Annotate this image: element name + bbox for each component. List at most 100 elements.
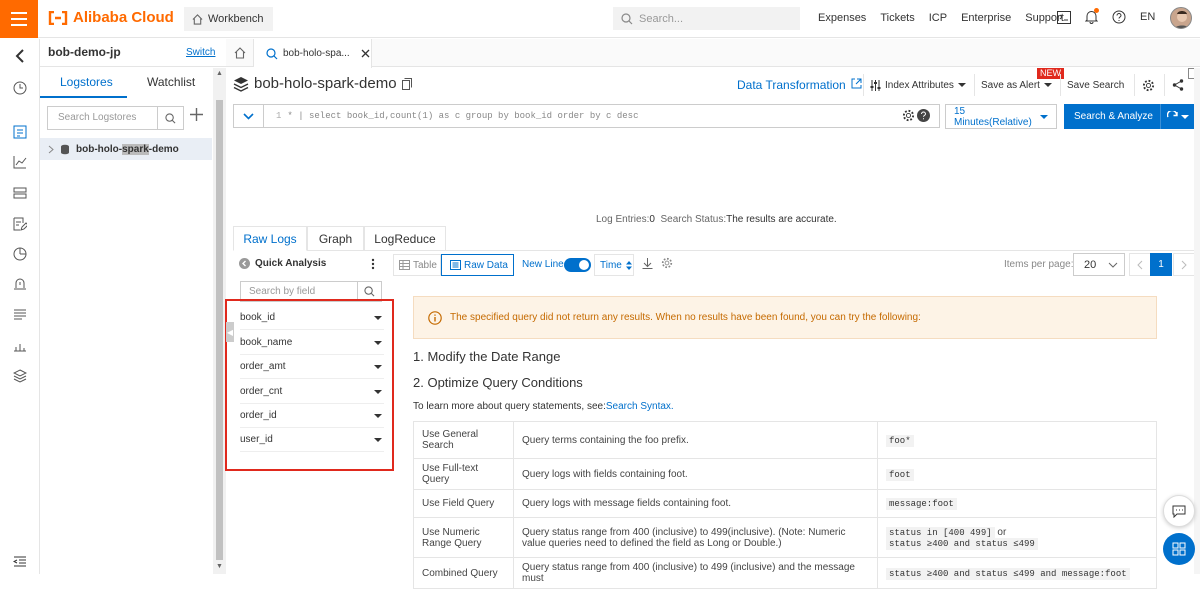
clock-icon bbox=[13, 81, 27, 95]
enterprise-link[interactable]: Enterprise bbox=[961, 12, 1011, 24]
icp-link[interactable]: ICP bbox=[929, 12, 947, 24]
rail-metrics[interactable] bbox=[12, 338, 28, 354]
search-analyze-label: Search & Analyze bbox=[1074, 111, 1153, 122]
tab-raw-logs[interactable]: Raw Logs bbox=[233, 226, 307, 251]
table-row: Use Field Query Query logs with message … bbox=[413, 489, 1157, 518]
raw-data-view-button[interactable]: Raw Data bbox=[441, 254, 514, 276]
rail-alerts[interactable] bbox=[12, 276, 28, 292]
more-vertical-icon bbox=[371, 258, 375, 270]
alibaba-cloud-logo[interactable]: Alibaba Cloud bbox=[48, 9, 174, 26]
menu-button[interactable] bbox=[0, 0, 38, 38]
quick-analysis-menu-button[interactable] bbox=[371, 258, 375, 270]
switch-project-link[interactable]: Switch bbox=[186, 47, 215, 58]
tab-watchlist[interactable]: Watchlist bbox=[147, 75, 195, 89]
expenses-link[interactable]: Expenses bbox=[818, 12, 866, 24]
back-button[interactable] bbox=[12, 48, 28, 64]
no-results-warning: The specified query did not return any r… bbox=[413, 296, 1157, 339]
search-query-icon bbox=[266, 47, 278, 59]
logstore-tree-item[interactable]: bob-holo-spark-demo bbox=[40, 138, 212, 160]
search-icon bbox=[621, 12, 633, 24]
items-per-page-select[interactable]: 20 bbox=[1073, 253, 1125, 276]
data-transformation-link[interactable]: Data Transformation bbox=[737, 78, 862, 92]
learn-more-text: To learn more about query statements, se… bbox=[413, 401, 674, 412]
notifications-button[interactable] bbox=[1085, 8, 1099, 24]
home-tab[interactable] bbox=[226, 39, 254, 67]
save-search-button[interactable]: Save Search bbox=[1060, 74, 1130, 96]
query-expand-button[interactable] bbox=[233, 104, 264, 128]
apps-button[interactable] bbox=[1163, 533, 1195, 565]
tab-logreduce[interactable]: LogReduce bbox=[364, 226, 446, 251]
tab-graph[interactable]: Graph bbox=[307, 226, 364, 251]
index-attributes-button[interactable]: Index Attributes bbox=[863, 74, 972, 96]
column-settings-button[interactable] bbox=[661, 257, 673, 269]
collapse-left-icon bbox=[239, 258, 250, 269]
help-icon[interactable] bbox=[1112, 10, 1126, 24]
rail-layers[interactable] bbox=[12, 368, 28, 384]
workbench-button[interactable]: Workbench bbox=[184, 7, 274, 31]
new-line-toggle[interactable] bbox=[564, 258, 591, 272]
avatar[interactable] bbox=[1170, 7, 1192, 29]
rail-logstores[interactable] bbox=[12, 124, 28, 140]
global-search-placeholder: Search... bbox=[639, 12, 684, 25]
rail-reports[interactable] bbox=[12, 246, 28, 262]
rail-dashboard[interactable] bbox=[12, 154, 28, 170]
highlight-box bbox=[225, 299, 394, 471]
top-icons: EN bbox=[1057, 8, 1155, 24]
search-syntax-link[interactable]: Search Syntax. bbox=[606, 401, 674, 412]
help-icon[interactable] bbox=[917, 109, 930, 122]
syntax-name-cell: Combined Query bbox=[413, 557, 514, 589]
new-line-label: New Line bbox=[522, 259, 564, 270]
rail-history[interactable] bbox=[12, 80, 28, 96]
time-sort-button[interactable]: Time bbox=[594, 254, 634, 276]
syntax-example-cell: status ≥400 and status ≤499 and message:… bbox=[877, 557, 1157, 589]
syntax-name-cell: Use Full-text Query bbox=[413, 458, 514, 490]
table-row: Use Numeric Range Query Query status ran… bbox=[413, 517, 1157, 558]
table-view-label: Table bbox=[413, 259, 437, 271]
download-button[interactable] bbox=[642, 258, 653, 269]
tab-logstores[interactable]: Logstores bbox=[60, 75, 113, 89]
logstore-search-input[interactable]: Search Logstores bbox=[47, 106, 158, 130]
language-selector[interactable]: EN bbox=[1140, 11, 1155, 23]
list-icon bbox=[14, 309, 26, 320]
share-button[interactable] bbox=[1164, 74, 1190, 96]
info-icon bbox=[428, 310, 442, 325]
search-icon bbox=[165, 112, 176, 123]
search-status: Log Entries:0 Search Status:The results … bbox=[596, 214, 837, 225]
next-page-button[interactable] bbox=[1173, 253, 1195, 276]
feedback-button[interactable] bbox=[1163, 495, 1195, 527]
table-view-button[interactable]: Table bbox=[393, 254, 441, 276]
prev-page-button[interactable] bbox=[1129, 253, 1151, 276]
quick-analysis-header[interactable]: Quick Analysis bbox=[239, 258, 326, 269]
settings-button[interactable] bbox=[1134, 74, 1162, 96]
query-editor-icons bbox=[902, 109, 930, 122]
syntax-example-cell: foo* bbox=[877, 421, 1157, 459]
tab-logstore[interactable]: bob-holo-spa... bbox=[254, 39, 372, 68]
main-scrollbar[interactable] bbox=[1194, 68, 1200, 574]
quick-analysis-collapse-handle[interactable]: ◀ bbox=[226, 322, 234, 342]
current-page-button[interactable]: 1 bbox=[1150, 253, 1172, 276]
global-search-input[interactable]: Search... bbox=[613, 7, 800, 30]
rail-collapse[interactable] bbox=[12, 554, 28, 570]
terminal-icon[interactable] bbox=[1057, 10, 1071, 24]
tickets-link[interactable]: Tickets bbox=[880, 12, 914, 24]
scroll-down-icon[interactable]: ▼ bbox=[216, 563, 223, 570]
copy-icon[interactable] bbox=[401, 77, 412, 90]
gear-icon[interactable] bbox=[902, 109, 915, 122]
time-range-select[interactable]: 15 Minutes(Relative) bbox=[945, 104, 1057, 129]
top-navigation-bar: Alibaba Cloud Workbench Search... Expens… bbox=[0, 0, 1200, 38]
rail-list[interactable] bbox=[12, 307, 28, 323]
side-scrollbar-thumb[interactable] bbox=[216, 100, 223, 560]
close-icon[interactable] bbox=[361, 49, 370, 58]
chevron-right-icon bbox=[1181, 260, 1187, 269]
sort-icon bbox=[625, 260, 632, 270]
add-logstore-button[interactable] bbox=[190, 108, 203, 121]
query-editor[interactable]: 1 * | select book_id,count(1) as c group … bbox=[264, 104, 940, 128]
gear-icon bbox=[661, 257, 673, 269]
rail-storage[interactable] bbox=[12, 185, 28, 201]
chevron-left-icon bbox=[1137, 260, 1143, 269]
logstore-search-button[interactable] bbox=[158, 106, 184, 130]
logstore-icon bbox=[61, 144, 69, 154]
scroll-up-icon[interactable]: ▲ bbox=[216, 70, 223, 77]
refresh-options-button[interactable] bbox=[1160, 104, 1194, 129]
rail-edit[interactable] bbox=[12, 216, 28, 232]
